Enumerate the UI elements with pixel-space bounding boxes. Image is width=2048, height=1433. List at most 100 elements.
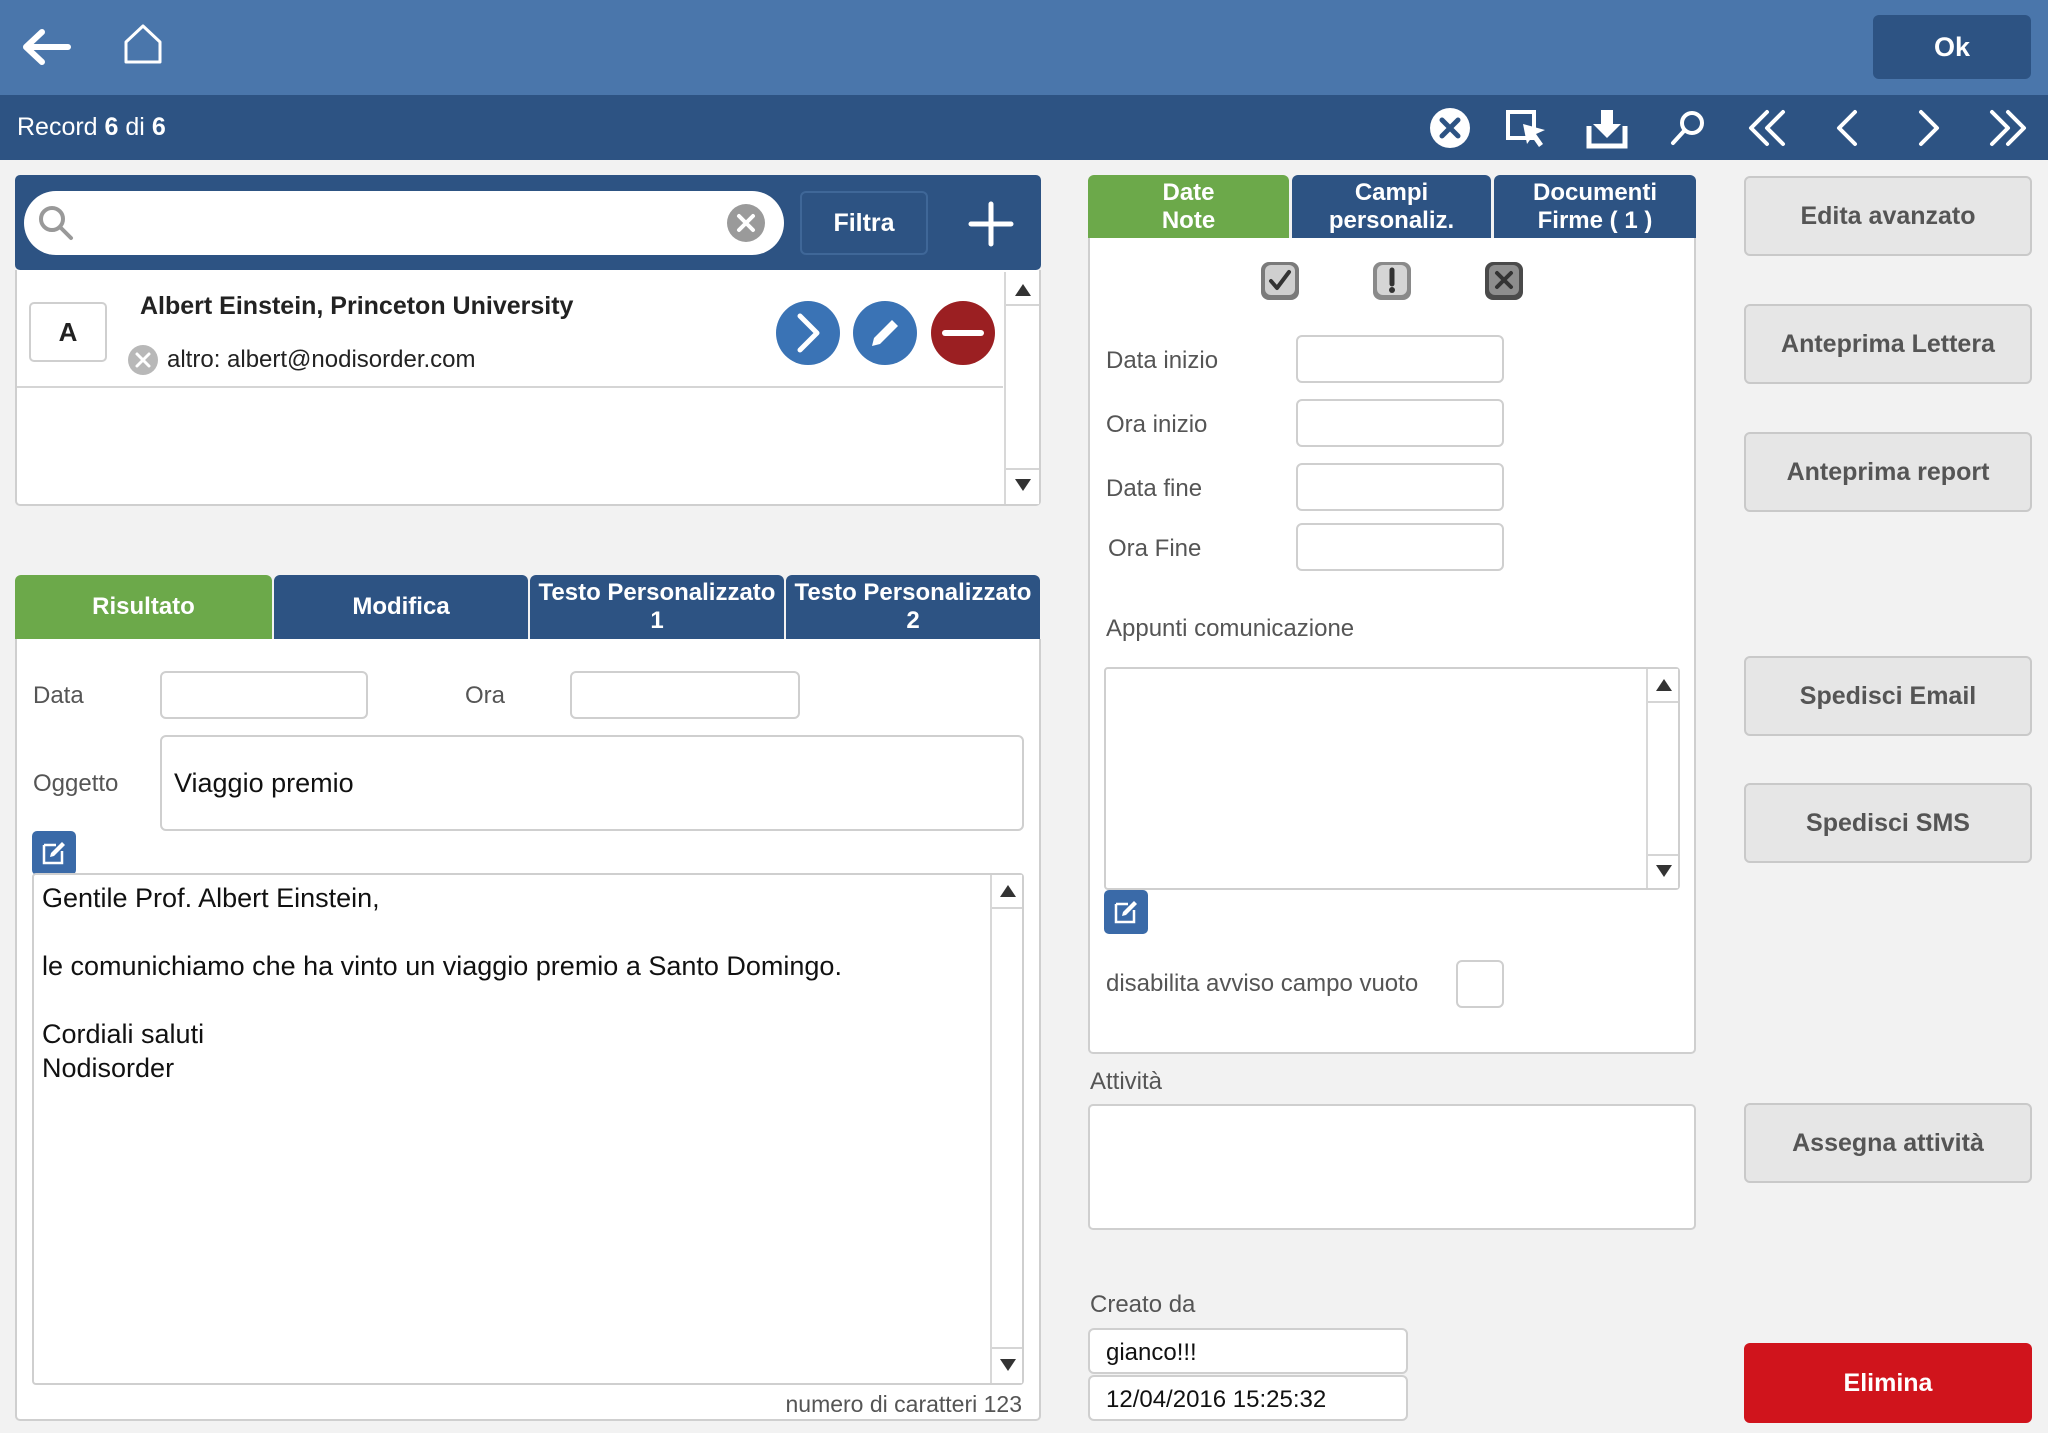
ora-inizio-field[interactable] — [1296, 399, 1504, 447]
tab-label: Documenti — [1532, 178, 1657, 206]
message-line: le comunichiamo che ha vinto un viaggio … — [42, 951, 842, 981]
tab-label: personaliz. — [1328, 206, 1455, 234]
scroll-up-icon[interactable] — [1015, 284, 1031, 296]
spedisci-sms-button[interactable]: Spedisci SMS — [1744, 783, 2032, 863]
char-count: numero di caratteri 123 — [785, 1391, 1022, 1417]
data-label: Data — [33, 682, 84, 709]
tab-label: Campi — [1354, 178, 1429, 206]
magnifier-icon — [36, 203, 76, 243]
filter-button[interactable]: Filtra — [800, 191, 928, 255]
back-arrow-icon[interactable] — [22, 24, 72, 70]
attivita-label: Attività — [1090, 1068, 1163, 1095]
anteprima-report-button[interactable]: Anteprima report — [1744, 432, 2032, 512]
scroll-divider — [1006, 468, 1039, 470]
contact-email: altro: albert@nodisorder.com — [167, 346, 476, 373]
tab-label: 1 — [650, 607, 664, 634]
scroll-divider — [1006, 304, 1039, 306]
search-icon[interactable] — [1664, 104, 1712, 152]
edita-avanzato-button[interactable]: Edita avanzato — [1744, 176, 2032, 256]
ora-inizio-label: Ora inizio — [1106, 411, 1208, 438]
tab-campi-personalizzati[interactable]: Campi personaliz. — [1292, 175, 1491, 238]
message-line: Nodisorder — [42, 1053, 175, 1083]
ora-fine-label: Ora Fine — [1108, 535, 1202, 562]
tab-modifica[interactable]: Modifica — [274, 575, 528, 639]
edit-pencil-icon[interactable] — [852, 300, 918, 366]
first-record-icon[interactable] — [1743, 104, 1791, 152]
message-scrollbar[interactable] — [990, 875, 1022, 1383]
tab-testo-personalizzato-1[interactable]: Testo Personalizzato 1 — [530, 575, 784, 639]
data-inizio-label: Data inizio — [1106, 347, 1219, 374]
spedisci-email-button[interactable]: Spedisci Email — [1744, 656, 2032, 736]
remove-email-icon[interactable] — [127, 344, 159, 376]
cancel-icon[interactable] — [1426, 104, 1474, 152]
message-line — [42, 983, 982, 1017]
creato-da-user-field[interactable]: gianco!!! — [1088, 1328, 1408, 1374]
ora-label: Ora — [465, 682, 506, 709]
select-icon[interactable] — [1503, 104, 1551, 152]
tab-label: Note — [1161, 206, 1216, 234]
download-icon[interactable] — [1583, 104, 1631, 152]
disabilita-checkbox[interactable] — [1456, 960, 1504, 1008]
message-body[interactable]: Gentile Prof. Albert Einstein, le comuni… — [32, 873, 1024, 1385]
edit-text-icon[interactable] — [32, 831, 76, 875]
appunti-scrollbar[interactable] — [1646, 669, 1678, 888]
list-item[interactable]: A Albert Einstein, Princeton University … — [17, 272, 1003, 388]
scroll-down-icon[interactable] — [1015, 479, 1031, 491]
creato-da-label: Creato da — [1090, 1291, 1196, 1318]
oggetto-field[interactable]: Viaggio premio — [160, 735, 1024, 831]
tab-date-note[interactable]: Date Note — [1088, 175, 1289, 238]
creato-da-user: gianco!!! — [1106, 1339, 1197, 1366]
record-mid: di — [125, 113, 145, 141]
scroll-up-icon[interactable] — [1656, 679, 1672, 691]
next-record-icon[interactable] — [1904, 104, 1952, 152]
record-current: 6 — [104, 113, 119, 141]
tab-testo-personalizzato-2[interactable]: Testo Personalizzato 2 — [786, 575, 1040, 639]
creato-da-timestamp-field[interactable]: 12/04/2016 15:25:32 — [1088, 1375, 1408, 1421]
contact-avatar: A — [29, 302, 107, 362]
tab-documenti-firme[interactable]: Documenti Firme ( 1 ) — [1494, 175, 1696, 238]
list-scrollbar[interactable] — [1004, 272, 1039, 504]
record-prefix: Record — [17, 113, 98, 141]
exclamation-icon[interactable] — [1371, 260, 1413, 302]
anteprima-lettera-button[interactable]: Anteprima Lettera — [1744, 304, 2032, 384]
scroll-up-icon[interactable] — [1000, 885, 1016, 897]
ora-field[interactable] — [570, 671, 800, 719]
message-line: Cordiali saluti — [42, 1019, 205, 1049]
message-line — [42, 915, 982, 949]
clear-search-icon[interactable] — [726, 203, 766, 243]
attivita-field[interactable] — [1088, 1104, 1696, 1230]
last-record-icon[interactable] — [1984, 104, 2032, 152]
scroll-down-icon[interactable] — [1000, 1359, 1016, 1371]
x-status-icon[interactable] — [1483, 260, 1525, 302]
data-inizio-field[interactable] — [1296, 335, 1504, 383]
record-counter: Record 6 di 6 — [17, 95, 166, 160]
scroll-divider — [992, 907, 1022, 909]
previous-record-icon[interactable] — [1824, 104, 1872, 152]
top-bar — [0, 0, 2048, 95]
check-icon[interactable] — [1259, 260, 1301, 302]
edit-notes-icon[interactable] — [1104, 890, 1148, 934]
record-nav-bar — [0, 95, 2048, 160]
plus-icon[interactable] — [966, 200, 1016, 248]
delete-minus-icon[interactable] — [930, 300, 996, 366]
tab-risultato[interactable]: Risultato — [15, 575, 272, 639]
appunti-label: Appunti comunicazione — [1106, 615, 1355, 642]
go-arrow-icon[interactable] — [775, 300, 841, 366]
search-box[interactable] — [24, 191, 784, 255]
scroll-down-icon[interactable] — [1656, 865, 1672, 877]
data-field[interactable] — [160, 671, 368, 719]
tab-label: Date — [1162, 178, 1215, 206]
message-text: Gentile Prof. Albert Einstein, le comuni… — [42, 881, 982, 1085]
appunti-textarea[interactable] — [1104, 667, 1680, 890]
search-input[interactable] — [84, 201, 704, 245]
elimina-button[interactable]: Elimina — [1744, 1343, 2032, 1423]
data-fine-field[interactable] — [1296, 463, 1504, 511]
scroll-divider — [1648, 701, 1678, 703]
tab-label: Testo Personalizzato — [794, 579, 1032, 607]
home-icon[interactable] — [122, 22, 164, 66]
assegna-attivita-button[interactable]: Assegna attività — [1744, 1103, 2032, 1183]
tab-label: Firme ( 1 ) — [1537, 206, 1653, 234]
tab-label: Testo Personalizzato — [538, 579, 776, 607]
ora-fine-field[interactable] — [1296, 523, 1504, 571]
ok-button[interactable]: Ok — [1873, 15, 2031, 79]
